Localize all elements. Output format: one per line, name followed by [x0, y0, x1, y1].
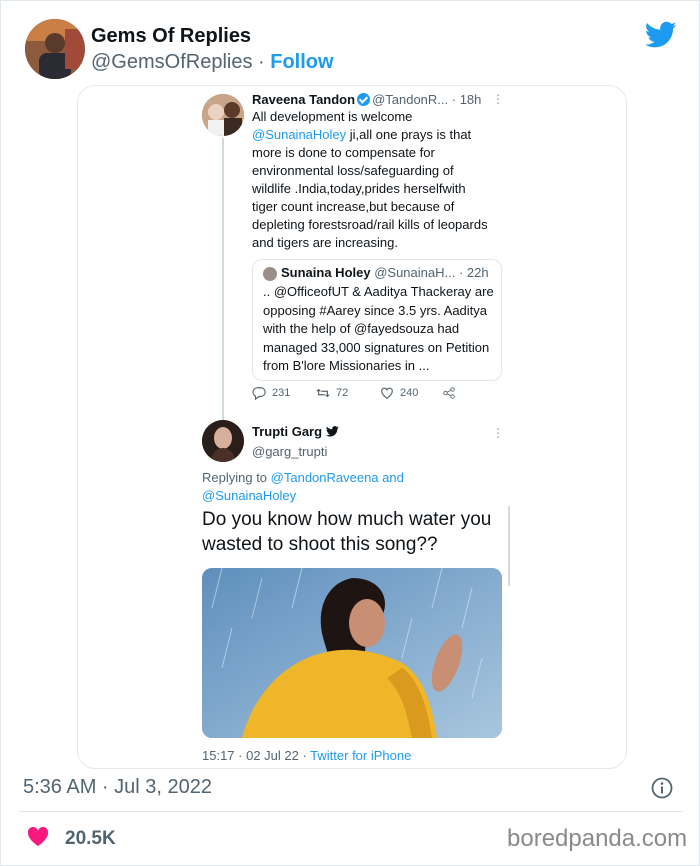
retweet-text-part: ji,all one prays is that more is done to…: [252, 127, 488, 250]
replying-prefix: Replying to: [202, 470, 271, 485]
handle-separator: ·: [252, 51, 271, 73]
author-name[interactable]: Gems Of Replies: [91, 25, 251, 48]
quoted-time: · 22h: [458, 265, 489, 280]
share-icon: [443, 387, 455, 399]
reply-author-handle: @garg_trupti: [252, 444, 328, 459]
scrollbar: [508, 506, 510, 586]
retweet-action: 72: [316, 386, 348, 400]
reply-meta: 15:17 · 02 Jul 22 · Twitter for iPhone: [202, 748, 411, 763]
like-icon: [381, 387, 393, 399]
reply-text: Do you know how much water you wasted to…: [202, 509, 492, 555]
trupti-avatar: [202, 420, 244, 462]
reply-author-name: Trupti Garg: [252, 424, 323, 439]
replying-to-line: Replying to @TandonRaveena and @SunainaH…: [202, 469, 482, 505]
quoted-header: Sunaina Holey @SunainaH... · 22h: [281, 265, 489, 280]
post-timestamp[interactable]: 5:36 AM · Jul 3, 2022: [23, 776, 212, 799]
reply-meta-source: Twitter for iPhone: [310, 748, 412, 763]
more-icon: ⋮: [492, 426, 504, 440]
reply-icon: [252, 387, 266, 400]
sunaina-avatar: [263, 267, 277, 281]
retweet-mention: @SunainaHoley: [252, 127, 347, 142]
info-icon[interactable]: [651, 777, 673, 799]
retweet-text-part: All development is welcome: [252, 109, 413, 124]
retweet-count: 72: [336, 387, 349, 399]
thread-connector-line: [222, 138, 224, 428]
retweet-icon: [316, 388, 330, 398]
raveena-avatar: [202, 94, 244, 136]
verified-badge-icon: [357, 93, 371, 106]
replying-mention: @SunainaHoley: [202, 488, 297, 503]
author-handle[interactable]: @GemsOfReplies: [91, 51, 252, 73]
retweet-header: Raveena Tandon @TandonR... · 18h: [252, 92, 481, 107]
share-action: [442, 386, 456, 400]
retweet-author-handle: @TandonR...: [372, 92, 449, 107]
reply-count: 231: [272, 387, 291, 399]
tweet-screenshot-image: Raveena Tandon @TandonR... · 18h ⋮ All de…: [77, 85, 627, 769]
replying-mention: @TandonRaveena: [270, 470, 379, 485]
retweet-author-name: Raveena Tandon: [252, 92, 356, 107]
embedded-tweet-card: Gems Of Replies @GemsOfReplies · Follow …: [0, 0, 700, 866]
retweet-time: · 18h: [451, 92, 482, 107]
watermark: boredpanda.com: [507, 825, 688, 852]
reply-action: 231: [252, 386, 290, 400]
quoted-text: .. @OfficeofUT & Aaditya Thackeray are o…: [263, 284, 494, 373]
like-count: 240: [400, 387, 419, 399]
author-avatar[interactable]: [25, 19, 85, 79]
retweet-text: All development is welcome @SunainaHoley…: [252, 108, 492, 252]
twitter-bird-small-icon: [325, 426, 339, 437]
reply-author-name-line: Trupti Garg: [252, 424, 339, 439]
quoted-author-handle: @SunainaH...: [374, 265, 456, 280]
author-handle-line: @GemsOfReplies · Follow: [91, 51, 334, 74]
like-action: 240: [380, 386, 418, 400]
like-count-total[interactable]: 20.5K: [65, 828, 116, 850]
divider: [19, 811, 683, 812]
quoted-tweet: Sunaina Holey @SunainaH... · 22h .. @Off…: [252, 259, 502, 381]
quoted-author-name: Sunaina Holey: [281, 265, 371, 280]
heart-icon[interactable]: [27, 827, 49, 847]
follow-button[interactable]: Follow: [270, 51, 333, 73]
more-icon: ⋮: [492, 92, 504, 106]
reply-meta-time: 15:17 · 02 Jul 22 ·: [202, 748, 311, 763]
twitter-bird-icon[interactable]: [645, 21, 677, 49]
rain-song-photo: [202, 568, 502, 738]
replying-and: and: [378, 470, 404, 485]
